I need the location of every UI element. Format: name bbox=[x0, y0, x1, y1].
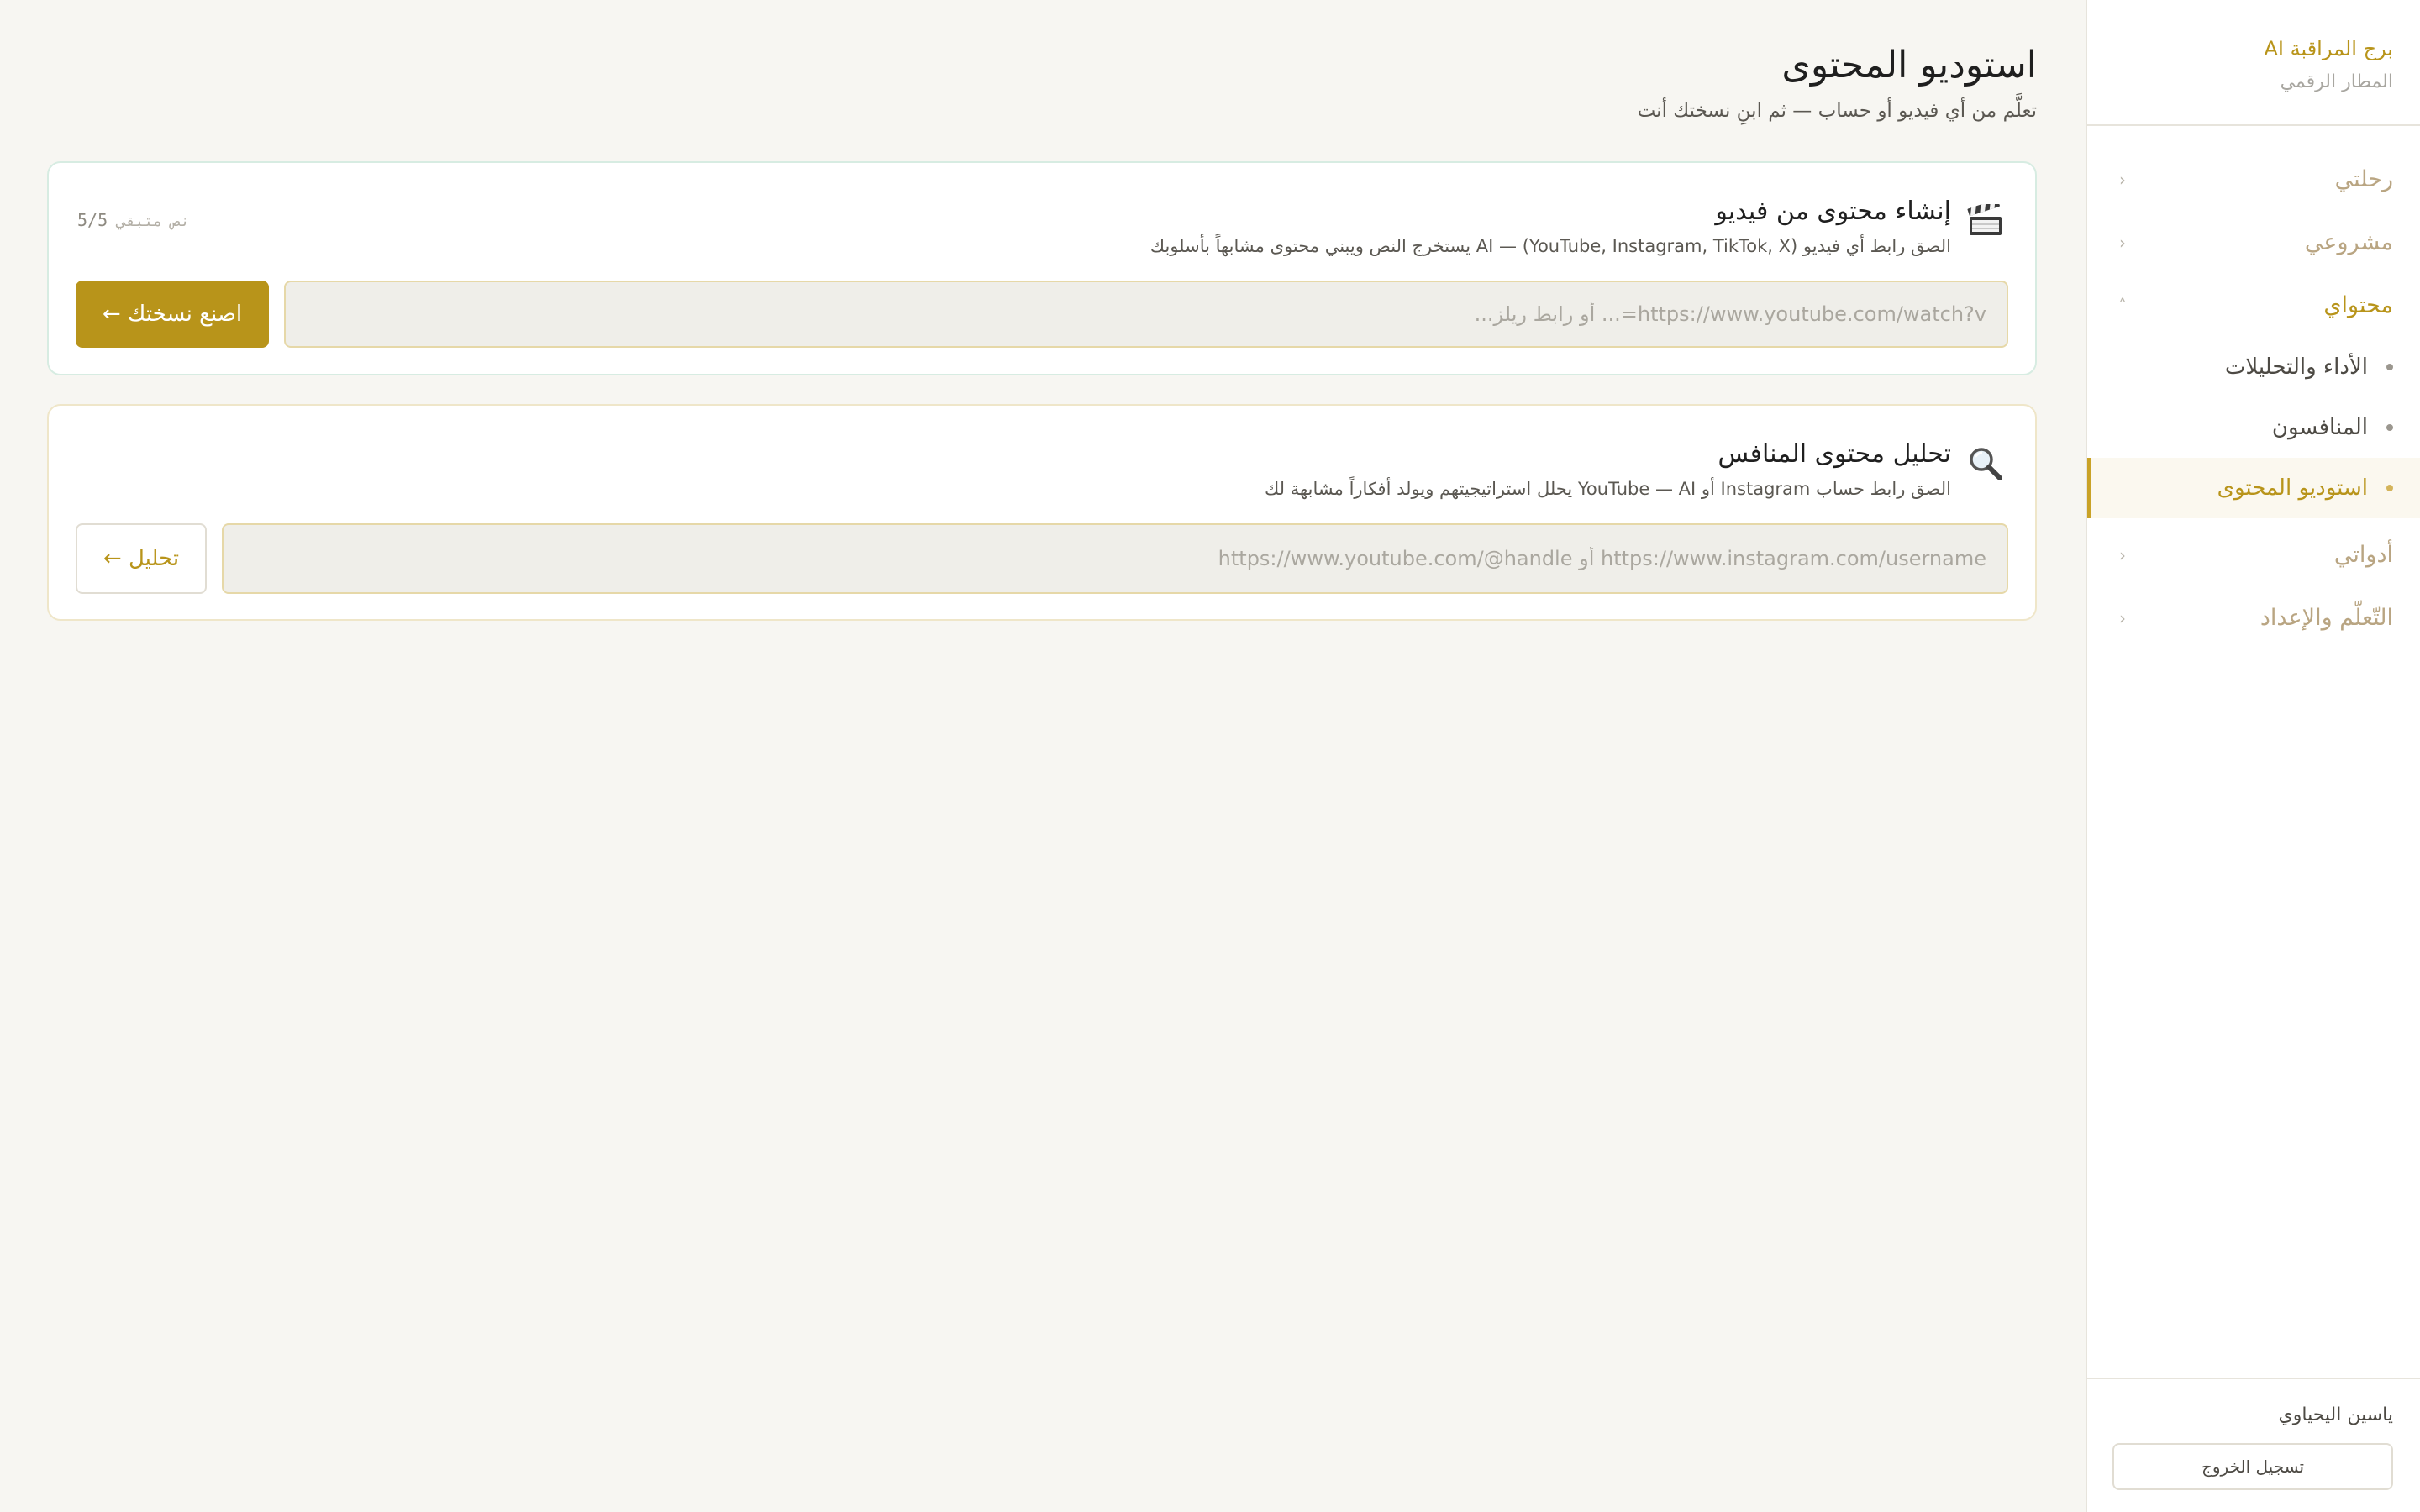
brand-subtitle: المطار الرقمي bbox=[2280, 71, 2393, 92]
competitor-analysis-card: تحليل محتوى المنافس الصق رابط حساب Insta… bbox=[47, 404, 2037, 621]
clapperboard-icon bbox=[1965, 200, 2007, 242]
nav-group-label: أدواتي bbox=[2333, 542, 2393, 568]
card-text: تحليل محتوى المنافس الصق رابط حساب Insta… bbox=[1265, 436, 1951, 503]
card-title: إنشاء محتوى من فيديو bbox=[1715, 197, 1951, 226]
bullet-icon bbox=[2386, 485, 2393, 491]
page-subtitle: تعلَّم من أي فيديو أو حساب — ثم ابنِ نسخ… bbox=[1637, 100, 2037, 122]
nav-group-label: رحلتي bbox=[2334, 166, 2393, 192]
nav-group-my-content[interactable]: محتواي ˄ bbox=[2087, 274, 2420, 337]
quota-count: 5/5 bbox=[77, 210, 108, 230]
video-input-row: اصنع نسختك ← bbox=[76, 281, 2008, 348]
logout-button[interactable]: تسجيل الخروج bbox=[2112, 1443, 2393, 1490]
remaining-quota: 5/5 نص متبقي bbox=[77, 210, 190, 230]
content-subitems: الأداء والتحليلات المنافسون استوديو المح… bbox=[2087, 337, 2420, 518]
video-url-input[interactable] bbox=[284, 281, 2008, 348]
nav-group-my-journey[interactable]: رحلتي ‹ bbox=[2087, 148, 2420, 211]
competitor-input-row: تحليل ← bbox=[76, 523, 2008, 594]
chevron-left-icon: ‹ bbox=[2119, 232, 2126, 253]
brand-title: برج المراقبة AI bbox=[2264, 37, 2393, 60]
video-content-card: إنشاء محتوى من فيديو الصق رابط أي فيديو … bbox=[47, 161, 2037, 375]
nav-item-competitors[interactable]: المنافسون bbox=[2087, 397, 2420, 458]
competitor-url-input[interactable] bbox=[222, 523, 2008, 594]
magnifier-icon bbox=[1965, 443, 2007, 485]
nav-item-label: استوديو المحتوى bbox=[2217, 475, 2368, 501]
analyze-button[interactable]: تحليل ← bbox=[76, 523, 207, 594]
card-description: الصق رابط أي فيديو (YouTube, Instagram, … bbox=[1150, 236, 1951, 256]
card-text: إنشاء محتوى من فيديو الصق رابط أي فيديو … bbox=[1150, 193, 1951, 260]
nav-group-label: التّعلّم والإعداد bbox=[2260, 605, 2393, 631]
sidebar-footer: ياسين اليحياوي تسجيل الخروج bbox=[2087, 1378, 2420, 1512]
bullet-icon bbox=[2386, 364, 2393, 370]
card-description: الصق رابط حساب Instagram أو YouTube — AI… bbox=[1264, 479, 1951, 499]
nav-group-label: محتواي bbox=[2323, 292, 2393, 318]
bullet-icon bbox=[2386, 424, 2393, 431]
card-header: تحليل محتوى المنافس الصق رابط حساب Insta… bbox=[1265, 436, 2007, 503]
sidebar: برج المراقبة AI المطار الرقمي رحلتي ‹ مش… bbox=[2086, 0, 2420, 1512]
chevron-left-icon: ‹ bbox=[2119, 169, 2126, 190]
main-content: استوديو المحتوى تعلَّم من أي فيديو أو حس… bbox=[0, 0, 2086, 1512]
card-title: تحليل محتوى المنافس bbox=[1718, 439, 1951, 469]
nav-item-performance-analytics[interactable]: الأداء والتحليلات bbox=[2087, 337, 2420, 397]
user-name: ياسين اليحياوي bbox=[2278, 1404, 2393, 1425]
nav-item-label: المنافسون bbox=[2271, 415, 2368, 440]
nav-group-label: مشروعي bbox=[2304, 229, 2393, 255]
brand: برج المراقبة AI المطار الرقمي bbox=[2087, 0, 2420, 126]
make-your-version-button[interactable]: اصنع نسختك ← bbox=[76, 281, 269, 348]
nav-group-learning-setup[interactable]: التّعلّم والإعداد ‹ bbox=[2087, 586, 2420, 649]
nav-group-my-project[interactable]: مشروعي ‹ bbox=[2087, 211, 2420, 274]
nav-group-my-tools[interactable]: أدواتي ‹ bbox=[2087, 523, 2420, 586]
chevron-left-icon: ‹ bbox=[2119, 544, 2126, 565]
card-header: إنشاء محتوى من فيديو الصق رابط أي فيديو … bbox=[1150, 193, 2007, 260]
nav-item-label: الأداء والتحليلات bbox=[2224, 354, 2368, 380]
nav-item-content-studio[interactable]: استوديو المحتوى bbox=[2087, 458, 2420, 518]
page-title: استوديو المحتوى bbox=[1781, 44, 2037, 87]
quota-label: نص متبقي bbox=[116, 213, 190, 230]
chevron-left-icon: ‹ bbox=[2119, 607, 2126, 628]
chevron-up-icon: ˄ bbox=[2118, 295, 2127, 316]
page-header: استوديو المحتوى تعلَّم من أي فيديو أو حس… bbox=[1638, 39, 2037, 126]
sidebar-nav: رحلتي ‹ مشروعي ‹ محتواي ˄ الأداء والتحلي… bbox=[2087, 148, 2420, 649]
